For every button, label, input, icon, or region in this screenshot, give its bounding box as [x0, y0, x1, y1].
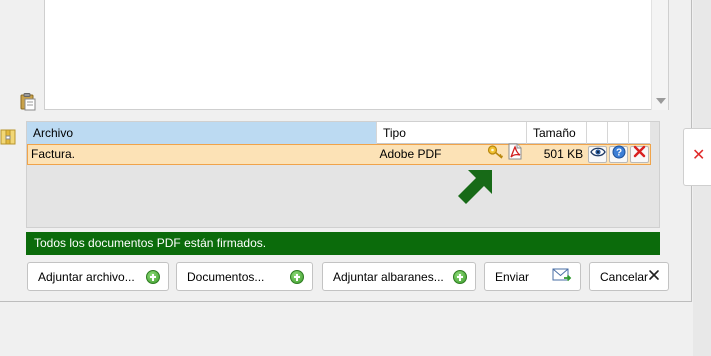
attach-delivery-notes-button[interactable]: Adjuntar albaranes...: [322, 262, 476, 291]
key-icon[interactable]: [487, 144, 505, 166]
status-message: Todos los documentos PDF están firmados.: [26, 232, 660, 255]
send-button-label: Enviar: [495, 269, 530, 284]
delete-cell: [629, 145, 650, 164]
attachments-grid-header: Archivo Tipo Tamaño: [27, 122, 650, 144]
background-window-card: ✕: [683, 128, 711, 186]
attach-file-button-label: Adjuntar archivo...: [38, 269, 135, 284]
delete-icon: [633, 145, 646, 164]
view-cell: [587, 145, 608, 164]
attach-delivery-notes-button-label: Adjuntar albaranes...: [333, 269, 444, 284]
attach-file-button[interactable]: Adjuntar archivo...: [27, 262, 169, 291]
help-cell: ?: [608, 145, 629, 164]
dialog-panel: Archivo Tipo Tamaño Factura. Adobe PDF 5…: [0, 0, 692, 302]
close-icon: [648, 269, 660, 284]
cell-tamano: 501 KB: [543, 147, 584, 161]
view-button[interactable]: [588, 145, 608, 164]
svg-text:?: ?: [616, 147, 622, 158]
preview-scrollbar[interactable]: [651, 0, 668, 110]
column-header-tipo[interactable]: Tipo: [377, 122, 527, 144]
add-icon: [453, 269, 467, 284]
send-mail-icon: [552, 267, 572, 286]
add-icon: [146, 269, 160, 284]
document-preview-area: [44, 0, 669, 110]
table-row[interactable]: Factura. Adobe PDF 501 KB ?: [27, 143, 651, 166]
documents-button[interactable]: Documentos...: [176, 262, 313, 291]
send-button[interactable]: Enviar: [484, 262, 581, 291]
green-pointer-arrow-icon: [452, 164, 504, 212]
scroll-down-arrow-icon[interactable]: [656, 98, 666, 104]
add-icon: [290, 269, 304, 284]
view-eye-icon: [589, 145, 606, 164]
column-header-action-1: [587, 122, 608, 144]
column-header-action-2: [608, 122, 629, 144]
help-button[interactable]: ?: [609, 145, 629, 165]
column-header-tamano[interactable]: Tamaño: [527, 122, 587, 144]
column-header-archivo[interactable]: Archivo: [27, 122, 377, 144]
column-header-action-3: [629, 122, 650, 144]
folder-archive-icon[interactable]: [0, 128, 17, 146]
cell-archivo[interactable]: Factura.: [28, 145, 377, 164]
cancel-button-label: Cancelar: [600, 269, 649, 284]
cell-type-icons: [487, 143, 527, 166]
pdf-icon: [507, 143, 523, 166]
attachments-panel: Archivo Tipo Tamaño Factura. Adobe PDF 5…: [26, 121, 660, 228]
clipboard-icon[interactable]: [19, 93, 37, 111]
delete-button[interactable]: [630, 145, 650, 164]
help-icon: ?: [612, 145, 626, 165]
cancel-button[interactable]: Cancelar: [589, 262, 669, 291]
background-close-icon[interactable]: ✕: [692, 145, 705, 165]
cell-tipo: Adobe PDF: [379, 147, 442, 161]
documents-button-label: Documentos...: [187, 269, 265, 284]
